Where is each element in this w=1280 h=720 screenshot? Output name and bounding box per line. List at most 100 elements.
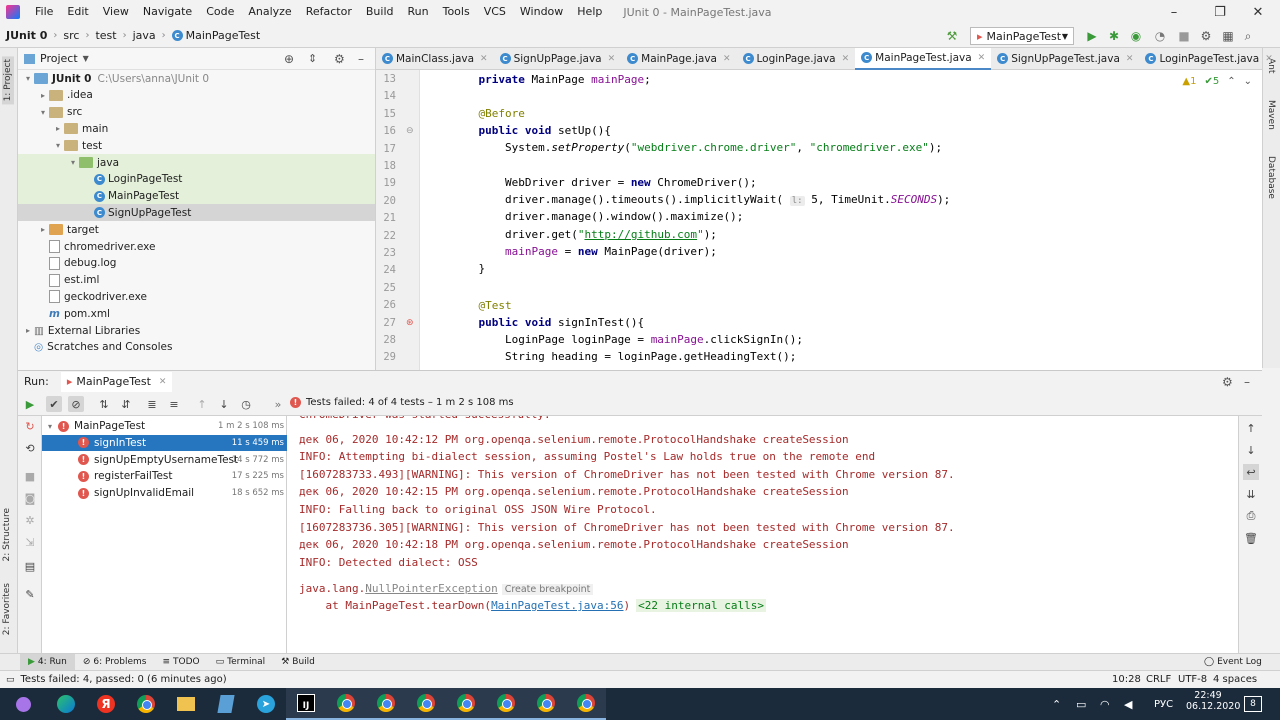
tree-item[interactable]: ◎ Scratches and Consoles [18,339,375,356]
network-icon[interactable]: ▭ [1076,698,1086,711]
chevron-down-icon[interactable]: ⌄ [1244,76,1252,87]
chrome-icon[interactable] [566,688,606,720]
sort-alpha-icon[interactable]: ⇅ [96,396,112,412]
fold-icon[interactable]: ⊖ [406,126,414,136]
close-button[interactable]: ✕ [1236,0,1280,24]
menu-window[interactable]: Window [513,0,570,24]
exception-class-link[interactable]: NullPointerException [365,582,497,595]
editor-tab[interactable]: C SignUpPageTest.java ✕ [991,48,1139,70]
file-encoding[interactable]: UTF-8 [1178,674,1207,685]
run-icon[interactable]: ▶ [1084,28,1100,44]
tree-item[interactable]: ▾ test [18,137,375,154]
chevron-right-icon[interactable]: ▸ [37,91,49,100]
test-node[interactable]: ! signUpEmptyUsernameTest 14 s 772 ms [42,452,287,468]
indent-setting[interactable]: 4 spaces [1213,674,1257,685]
project-view-select[interactable]: Project [40,52,78,65]
tree-item[interactable]: ▾ src [18,104,375,121]
menu-view[interactable]: View [96,0,136,24]
history-icon[interactable]: ◷ [238,396,254,412]
minimize-button[interactable]: – [1152,0,1196,24]
run-config-tab[interactable]: ▸ MainPageTest ✕ [60,371,173,392]
menu-edit[interactable]: Edit [60,0,95,24]
tree-item[interactable]: ▾ java [18,154,375,171]
arrow-down-icon[interactable]: ↓ [216,396,232,412]
chrome-icon[interactable] [366,688,406,720]
tree-item[interactable]: est.iml [18,272,375,289]
chevron-down-icon[interactable]: ▾ [48,422,52,431]
menu-help[interactable]: Help [570,0,609,24]
run-test-gutter-icon[interactable]: ⊛ [406,318,414,328]
code-editor[interactable]: ▲1 ✔5 ⌃ ⌄ private MainPage mainPage; @Be… [420,70,1262,370]
rerun-failed-icon[interactable]: ↻ [22,418,38,434]
stop-icon[interactable]: ■ [22,468,38,484]
yandex-icon[interactable]: Я [86,688,126,720]
breadcrumb-src[interactable]: src [63,29,79,42]
chevron-right-icon[interactable]: ▸ [37,225,49,234]
wrench-icon[interactable]: ⚙ [1198,28,1214,44]
tree-item[interactable]: ▾ JUnit 0 C:\Users\anna\JUnit 0 [18,70,375,87]
tree-item[interactable]: geckodriver.exe [18,288,375,305]
sort-duration-icon[interactable]: ⇵ [118,396,134,412]
close-tab-icon[interactable]: ✕ [159,377,167,387]
chrome-icon[interactable] [326,688,366,720]
structure-tool-tab[interactable]: 2: Structure [2,508,12,562]
clock[interactable]: 22:49 06.12.2020 [1186,690,1240,712]
internal-calls-fold[interactable]: <22 internal calls> [636,599,766,612]
menu-code[interactable]: Code [199,0,241,24]
more-icon[interactable]: » [270,396,286,412]
chevron-right-icon[interactable]: ▸ [52,124,64,133]
coverage-icon[interactable]: ◉ [1128,28,1144,44]
chevron-down-icon[interactable]: ▾ [37,108,49,117]
problems-tool-tab[interactable]: ⊘ 6: Problems [75,654,155,671]
event-log-tab[interactable]: ◯ Event Log [1196,654,1270,671]
status-message[interactable]: Tests failed: 4, passed: 0 (6 minutes ag… [21,674,227,685]
settings-icon[interactable]: ✲ [22,512,38,528]
terminal-tool-tab[interactable]: ▭ Terminal [208,654,274,671]
camera-icon[interactable]: ◙ [22,490,38,506]
layout-icon[interactable]: ▤ [22,558,38,574]
menu-tools[interactable]: Tools [436,0,477,24]
editor-tab[interactable]: C LoginPageTest.java ✕ [1139,48,1278,70]
menu-vcs[interactable]: VCS [477,0,513,24]
favorites-tool-tab[interactable]: 2: Favorites [2,583,12,635]
test-node[interactable]: ! signUpInvalidEmail 18 s 652 ms [42,485,287,501]
tree-item[interactable]: C MainPageTest [18,187,375,205]
chrome-icon[interactable] [446,688,486,720]
chrome-icon[interactable] [126,688,166,720]
menu-navigate[interactable]: Navigate [136,0,199,24]
debug-icon[interactable]: ✱ [1106,28,1122,44]
chevron-up-icon[interactable]: ⌃ [1227,76,1235,87]
database-tool-tab[interactable]: Database [1266,156,1276,199]
input-language[interactable]: РУС [1154,699,1173,710]
tree-item[interactable]: ▸ main [18,120,375,137]
close-tab-icon[interactable]: ✕ [1126,54,1134,64]
intellij-icon[interactable]: IJ [286,688,326,720]
editor-tab[interactable]: C MainPageTest.java ✕ [855,47,992,70]
collapse-all-icon[interactable]: ≡ [166,396,182,412]
arrow-down-icon[interactable]: ↓ [1243,442,1259,458]
windows-start-icon[interactable] [0,688,46,720]
chevron-down-icon[interactable]: ▾ [67,158,79,167]
breadcrumb-test[interactable]: test [95,29,116,42]
editor-tab[interactable]: C MainPage.java ✕ [621,48,736,70]
run-configuration-select[interactable]: ▸ MainPageTest ▼ [970,27,1074,45]
volume-icon[interactable]: ◀ [1124,698,1132,711]
close-tab-icon[interactable]: ✕ [1265,54,1273,64]
editor-tab[interactable]: C SignUpPage.java ✕ [494,48,622,70]
pin-icon[interactable]: ✎ [22,586,38,602]
tray-chevron-up-icon[interactable]: ⌃ [1052,698,1061,711]
tool-windows-icon[interactable]: ▭ [6,675,15,685]
editor-tab[interactable]: C LoginPage.java ✕ [737,48,856,70]
menu-refactor[interactable]: Refactor [299,0,359,24]
test-node[interactable]: ▾! MainPageTest 1 m 2 s 108 ms [42,418,287,434]
todo-tool-tab[interactable]: ≡ TODO [154,654,207,671]
menu-analyze[interactable]: Analyze [241,0,298,24]
chevron-down-icon[interactable]: ▾ [22,74,34,83]
tree-item[interactable]: m pom.xml [18,305,375,322]
close-tab-icon[interactable]: ✕ [480,54,488,64]
project-tool-tab[interactable]: 1: Project [2,56,14,105]
tree-item[interactable]: C LoginPageTest [18,170,375,188]
stop-icon[interactable]: ■ [1176,28,1192,44]
gear-icon[interactable]: ⚙ [1222,375,1233,389]
maven-tool-tab[interactable]: Maven [1266,100,1276,130]
